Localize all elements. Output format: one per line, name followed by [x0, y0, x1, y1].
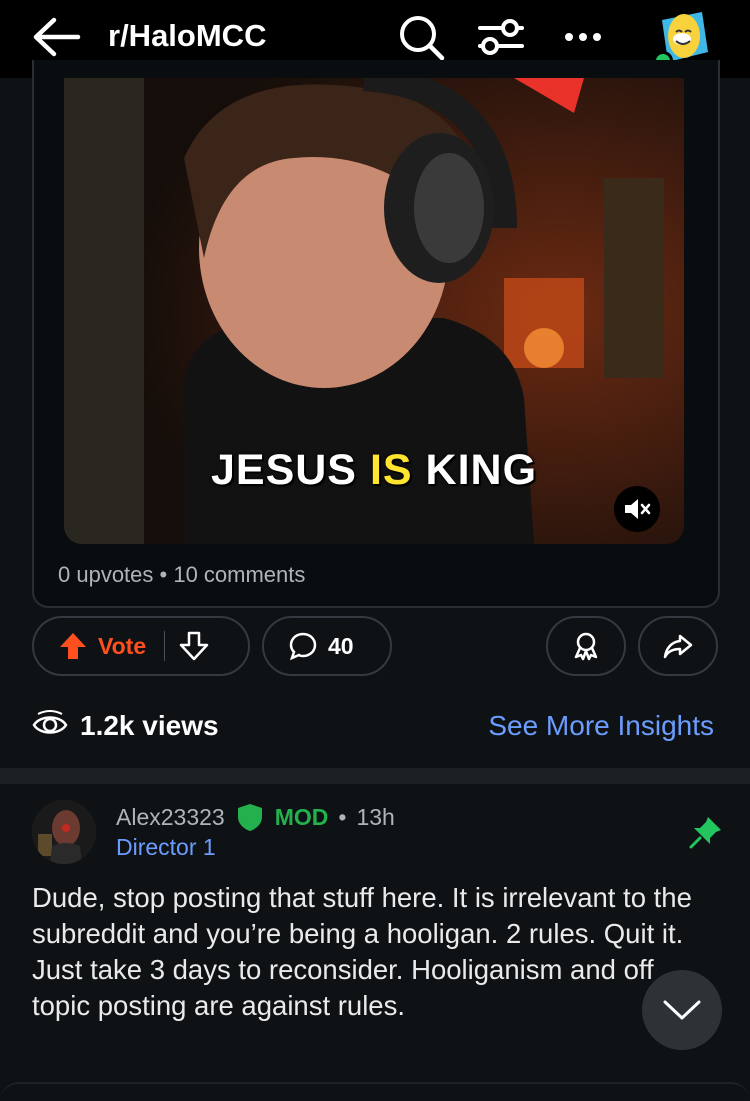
caption-text-2: KING	[412, 446, 538, 494]
comment-time: 13h	[356, 803, 395, 830]
post-actions: Vote 40	[0, 608, 750, 690]
views-count: 1.2k views	[80, 710, 219, 741]
views-eye-icon	[32, 710, 68, 734]
muted-speaker-icon	[625, 499, 651, 519]
downvote-icon[interactable]	[179, 631, 209, 661]
caption-text-1: JESUS	[210, 446, 370, 494]
comment-bubble-icon	[289, 632, 317, 661]
next-comment-edge	[0, 1082, 750, 1101]
comment-username[interactable]: Alex23323	[116, 804, 225, 831]
mod-badge: MOD	[274, 803, 329, 830]
post-meta: 0 upvotes • 10 comments	[58, 562, 306, 587]
award-icon	[574, 632, 598, 661]
pin-icon	[689, 817, 721, 849]
comment-body: Dude, stop posting that stuff here. It i…	[32, 882, 692, 1021]
mod-shield-icon	[237, 804, 262, 831]
chevron-down-icon	[663, 1000, 701, 1020]
section-divider	[0, 768, 750, 784]
upvote-icon[interactable]	[58, 631, 88, 661]
caption-highlight: IS	[369, 446, 413, 494]
back-arrow-icon[interactable]	[30, 14, 82, 60]
share-icon	[663, 634, 693, 659]
scroll-down-button[interactable]	[642, 970, 722, 1050]
avatar-image	[32, 800, 96, 864]
subreddit-title[interactable]: r/HaloMCC	[108, 14, 266, 58]
comment-header: Alex23323 MOD • 13h	[116, 802, 395, 832]
see-more-insights-link[interactable]: See More Insights	[488, 710, 714, 742]
views-row: 1.2k views See More Insights	[0, 690, 750, 768]
search-icon[interactable]	[396, 12, 446, 62]
share-button[interactable]	[638, 616, 718, 676]
award-button[interactable]	[546, 616, 626, 676]
more-icon[interactable]	[558, 12, 608, 62]
vote-control: Vote	[32, 616, 250, 676]
comment: Alex23323 MOD • 13h Director 1 Dude, sto…	[0, 784, 750, 1099]
comment-count: 40	[328, 632, 354, 659]
user-flair: Director 1	[116, 834, 216, 860]
commenter-avatar[interactable]	[32, 800, 96, 864]
meta-separator: •	[338, 803, 347, 830]
video-caption: JESUS IS KING	[64, 446, 684, 495]
comments-button[interactable]: 40	[262, 616, 392, 676]
filter-icon[interactable]	[476, 12, 526, 62]
vote-divider	[164, 631, 166, 661]
video-player[interactable]: JESUS IS KING	[64, 78, 684, 544]
vote-label[interactable]: Vote	[98, 633, 146, 660]
mute-button[interactable]	[614, 486, 660, 532]
